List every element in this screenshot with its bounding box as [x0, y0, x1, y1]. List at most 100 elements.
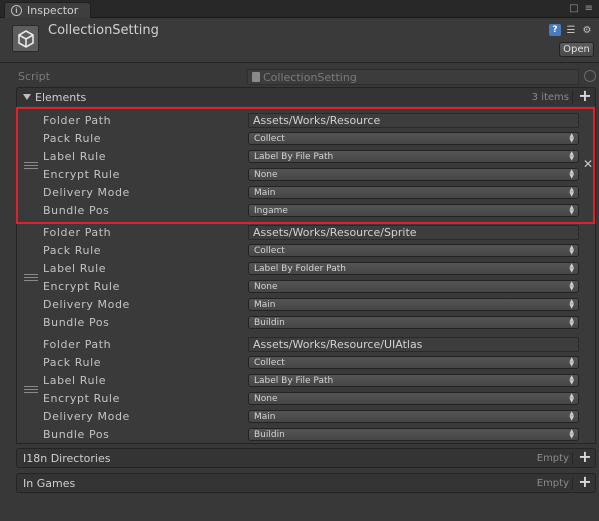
dropdown-caret-icon: ▲ ▼ [569, 374, 574, 386]
delivery-mode-dropdown[interactable]: Main ▲ ▼ [248, 410, 579, 423]
dropdown-caret-icon: ▲ ▼ [569, 168, 574, 180]
drag-handle-icon[interactable] [24, 162, 38, 169]
info-icon: i [11, 5, 22, 16]
bundle-pos-label: Bundle Pos [43, 428, 110, 441]
row-pack-rule: Pack Rule Collect ▲ ▼ [43, 131, 579, 147]
elements-list: Folder Path Assets/Works/Resource Pack R… [16, 106, 596, 444]
dropdown-value: Label By File Path [254, 375, 334, 386]
list-element-1: Folder Path Assets/Works/Resource/Sprite… [17, 222, 595, 334]
i18n-directories-foldout[interactable]: I18n Directories Empty + [16, 448, 596, 468]
dropdown-value: Main [254, 411, 276, 422]
lock-icon[interactable]: □ [569, 3, 578, 14]
folder-path-field[interactable]: Assets/Works/Resource/Sprite [248, 225, 579, 240]
script-field[interactable]: CollectionSetting [247, 69, 579, 85]
in-games-foldout[interactable]: In Games Empty + [16, 473, 596, 493]
delivery-mode-dropdown[interactable]: Main ▲ ▼ [248, 298, 579, 311]
row-pack-rule: Pack Rule Collect ▲ ▼ [43, 243, 579, 259]
help-icon[interactable]: ? [549, 24, 561, 36]
elements-count: 3 items [531, 91, 569, 103]
encrypt-rule-dropdown[interactable]: None ▲ ▼ [248, 392, 579, 405]
header-icons: ? ☰ ⚙ [549, 24, 593, 36]
add-i18n-icon[interactable]: + [578, 449, 592, 465]
i18n-title: I18n Directories [23, 451, 111, 465]
folder-path-field[interactable]: Assets/Works/Resource/UIAtlas [248, 337, 579, 352]
delivery-mode-label: Delivery Mode [43, 186, 130, 199]
inspector-header: CollectionSetting ? ☰ ⚙ Open [0, 19, 599, 63]
remove-element-icon[interactable]: ✕ [582, 158, 594, 170]
drag-handle-icon[interactable] [24, 274, 38, 281]
in-games-title: In Games [23, 476, 76, 490]
label-rule-dropdown[interactable]: Label By Folder Path ▲ ▼ [248, 262, 579, 275]
dropdown-value: Ingame [254, 205, 288, 216]
folder-path-label: Folder Path [43, 114, 112, 127]
pack-rule-dropdown[interactable]: Collect ▲ ▼ [248, 244, 579, 257]
object-picker-icon[interactable] [584, 70, 596, 82]
menu-icon[interactable]: ≡ [585, 3, 593, 14]
bundle-pos-label: Bundle Pos [43, 204, 110, 217]
label-rule-label: Label Rule [43, 262, 107, 275]
dropdown-caret-icon: ▲ ▼ [569, 392, 574, 404]
dropdown-caret-icon: ▲ ▼ [569, 280, 574, 292]
dropdown-caret-icon: ▲ ▼ [569, 356, 574, 368]
row-folder-path: Folder Path Assets/Works/Resource/UIAtla… [43, 337, 579, 353]
tab-label: Inspector [27, 4, 79, 17]
dropdown-caret-icon: ▲ ▼ [569, 428, 574, 440]
unity-logo-icon [12, 25, 39, 52]
dropdown-value: Label By File Path [254, 151, 334, 162]
divider [572, 91, 573, 104]
gear-icon[interactable]: ⚙ [581, 24, 593, 36]
drag-handle-icon[interactable] [24, 386, 38, 393]
encrypt-rule-label: Encrypt Rule [43, 392, 120, 405]
folder-path-field[interactable]: Assets/Works/Resource [248, 113, 579, 128]
pack-rule-dropdown[interactable]: Collect ▲ ▼ [248, 356, 579, 369]
row-bundle-pos: Bundle Pos Ingame ▲ ▼ [43, 203, 579, 219]
bundle-pos-label: Bundle Pos [43, 316, 110, 329]
bundle-pos-dropdown[interactable]: Buildin ▲ ▼ [248, 316, 579, 329]
tab-inspector[interactable]: i Inspector [4, 2, 91, 18]
foldout-arrow-icon[interactable] [23, 94, 31, 100]
bundle-pos-dropdown[interactable]: Ingame ▲ ▼ [248, 204, 579, 217]
dropdown-caret-icon: ▲ ▼ [569, 204, 574, 216]
delivery-mode-label: Delivery Mode [43, 410, 130, 423]
dropdown-value: Label By Folder Path [254, 263, 346, 274]
dropdown-caret-icon: ▲ ▼ [569, 244, 574, 256]
preset-icon[interactable]: ☰ [565, 24, 577, 36]
dropdown-value: Buildin [254, 317, 285, 328]
pack-rule-label: Pack Rule [43, 132, 102, 145]
row-pack-rule: Pack Rule Collect ▲ ▼ [43, 355, 579, 371]
encrypt-rule-label: Encrypt Rule [43, 280, 120, 293]
elements-title: Elements [35, 90, 87, 104]
i18n-count: Empty [536, 452, 569, 464]
add-in-games-icon[interactable]: + [578, 474, 592, 490]
pack-rule-label: Pack Rule [43, 356, 102, 369]
script-row: Script CollectionSetting [18, 69, 596, 85]
dropdown-value: Collect [254, 133, 285, 144]
row-label-rule: Label Rule Label By Folder Path ▲ ▼ [43, 261, 579, 277]
dropdown-value: Collect [254, 357, 285, 368]
divider [572, 452, 573, 465]
encrypt-rule-dropdown[interactable]: None ▲ ▼ [248, 168, 579, 181]
list-element-0: Folder Path Assets/Works/Resource Pack R… [17, 110, 595, 222]
add-element-icon[interactable]: + [578, 88, 592, 104]
open-button[interactable]: Open [559, 42, 594, 57]
in-games-count: Empty [536, 477, 569, 489]
elements-foldout[interactable]: Elements 3 items + [16, 87, 596, 107]
encrypt-rule-dropdown[interactable]: None ▲ ▼ [248, 280, 579, 293]
list-element-2: Folder Path Assets/Works/Resource/UIAtla… [17, 334, 595, 446]
dropdown-caret-icon: ▲ ▼ [569, 316, 574, 328]
pack-rule-label: Pack Rule [43, 244, 102, 257]
label-rule-label: Label Rule [43, 374, 107, 387]
label-rule-dropdown[interactable]: Label By File Path ▲ ▼ [248, 374, 579, 387]
pack-rule-dropdown[interactable]: Collect ▲ ▼ [248, 132, 579, 145]
row-delivery-mode: Delivery Mode Main ▲ ▼ [43, 409, 579, 425]
label-rule-dropdown[interactable]: Label By File Path ▲ ▼ [248, 150, 579, 163]
dropdown-caret-icon: ▲ ▼ [569, 298, 574, 310]
encrypt-rule-label: Encrypt Rule [43, 168, 120, 181]
delivery-mode-dropdown[interactable]: Main ▲ ▼ [248, 186, 579, 199]
row-label-rule: Label Rule Label By File Path ▲ ▼ [43, 149, 579, 165]
window-controls: □ ≡ [569, 3, 593, 14]
script-file-icon [252, 72, 260, 82]
bundle-pos-dropdown[interactable]: Buildin ▲ ▼ [248, 428, 579, 441]
folder-path-label: Folder Path [43, 338, 112, 351]
row-delivery-mode: Delivery Mode Main ▲ ▼ [43, 185, 579, 201]
